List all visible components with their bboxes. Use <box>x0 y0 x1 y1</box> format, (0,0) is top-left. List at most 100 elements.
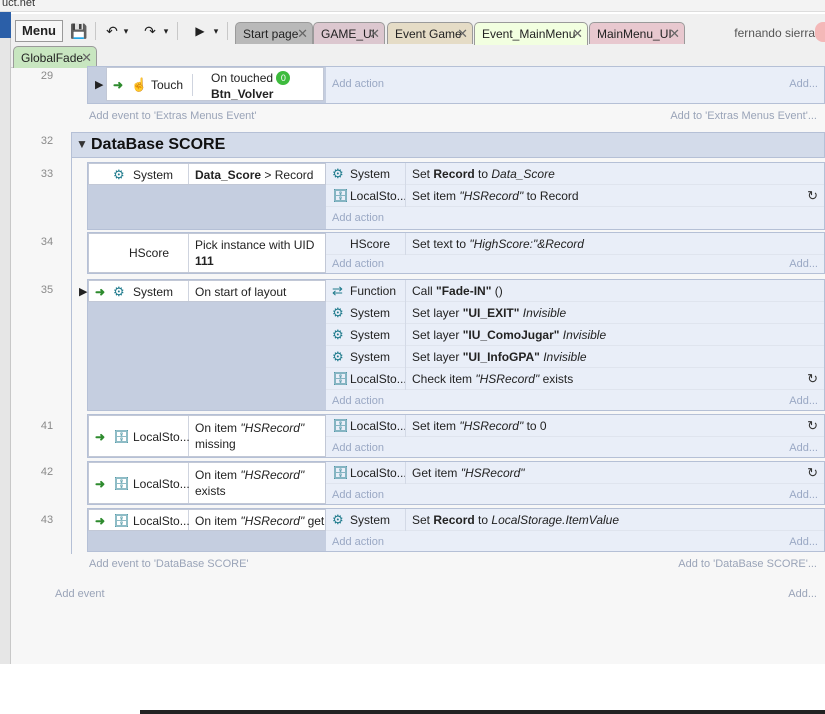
add-action[interactable]: Add action <box>332 207 384 229</box>
action-row[interactable]: 🗄 LocalSto... Check item "HSRecord" exist… <box>326 368 824 390</box>
undo-dropdown-icon[interactable]: ▾ <box>121 20 131 42</box>
tab-game-ui[interactable]: GAME_UI ✕ <box>313 22 385 44</box>
add-action[interactable]: Add action <box>332 73 384 95</box>
event-row[interactable]: ▶ ➜ ⚙ System On start of layout ⇄ Functio… <box>79 279 825 412</box>
add-event-extras[interactable]: Add event to 'Extras Menus Event' <box>89 110 256 122</box>
add-action[interactable]: Add action <box>332 531 384 553</box>
add-action[interactable]: Add action <box>332 253 384 275</box>
add-to-db[interactable]: Add to 'DataBase SCORE'... <box>678 558 817 570</box>
condition-system[interactable]: ⚙ System Data_Score > Record <box>88 163 326 185</box>
action-text-italic: "HighScore:"&Record <box>469 237 584 251</box>
close-icon[interactable]: ✕ <box>457 23 468 45</box>
tab-start-page[interactable]: Start page ✕ <box>235 22 313 44</box>
add-action[interactable]: Add action <box>332 390 384 412</box>
close-icon[interactable]: ✕ <box>369 23 380 45</box>
condition-text: Pick instance with UID 111 <box>195 237 321 269</box>
add-more[interactable]: Add... <box>789 437 818 459</box>
play-dropdown-icon[interactable]: ▾ <box>211 20 221 42</box>
action-text-part: Set layer <box>412 350 463 364</box>
add-action[interactable]: Add action <box>332 437 384 459</box>
condition-text: On touched 0 Btn_Volver <box>211 70 319 102</box>
user-name[interactable]: fernando sierra <box>734 22 815 44</box>
expand-arrow-icon[interactable]: ▶ <box>95 74 103 96</box>
condition-localstorage-exists[interactable]: ➜ 🗄 LocalSto... On item "HSRecord" exists <box>88 462 326 504</box>
action-row[interactable]: ⚙ System Set layer "UI_InfoGPA" Invisible <box>326 346 824 368</box>
add-event[interactable]: Add event <box>55 588 105 600</box>
close-icon[interactable]: ✕ <box>669 23 680 45</box>
tab-label: GAME_UI <box>321 27 376 41</box>
event-row[interactable]: ➜ 🗄 LocalSto... On item "HSRecord" exists… <box>87 461 825 505</box>
breakpoint-badge: 0 <box>276 71 291 85</box>
condition-text-part: On item <box>195 514 241 528</box>
condition-object: System <box>133 285 174 299</box>
action-row[interactable]: ⚙ System Set Record to Data_Score <box>326 163 824 185</box>
add-more[interactable]: Add... <box>788 588 817 600</box>
action-row[interactable]: 🗄 LocalSto... Set item "HSRecord" to Reco… <box>326 185 824 207</box>
event-row[interactable]: ▶ ➜ ☝ Touch On touched 0 Btn_Volver Add … <box>87 66 825 104</box>
action-row[interactable]: ⚙ System Set layer "IU_ComoJugar" Invisib… <box>326 324 824 346</box>
condition-hscore[interactable]: HScore Pick instance with UID 111 <box>88 233 326 273</box>
redo-dropdown-icon[interactable]: ▾ <box>161 20 171 42</box>
gear-icon: ⚙ <box>113 284 125 299</box>
menu-button[interactable]: Menu <box>15 20 63 42</box>
undo-icon[interactable]: ↶ <box>103 20 121 42</box>
action-object: System <box>350 350 391 364</box>
action-object: System <box>350 306 391 320</box>
action-row[interactable]: ⚙ System Set layer "UI_EXIT" Invisible <box>326 302 824 324</box>
tab-mainmenu-ui[interactable]: MainMenu_UI ✕ <box>589 22 685 44</box>
line-number: 42 <box>40 466 54 478</box>
action-object: Function <box>350 284 397 298</box>
tab-globalfade[interactable]: GlobalFade ✕ <box>13 46 97 68</box>
tab-label: MainMenu_UI <box>597 27 672 41</box>
add-to-extras[interactable]: Add to 'Extras Menus Event'... <box>670 110 817 122</box>
play-icon[interactable]: ▶ <box>193 20 207 42</box>
event-row[interactable]: HScore Pick instance with UID 111 HScore … <box>87 232 825 274</box>
condition-localstorage-missing[interactable]: ➜ 🗄 LocalSto... On item "HSRecord" missin… <box>88 415 326 457</box>
condition-line2: exists <box>195 484 226 498</box>
add-event-db[interactable]: Add event to 'DataBase SCORE' <box>89 558 249 570</box>
add-more[interactable]: Add... <box>789 390 818 412</box>
add-action[interactable]: Add action <box>332 484 384 506</box>
collapse-triangle-icon[interactable]: ▼ <box>76 137 88 151</box>
expand-arrow-icon[interactable]: ▶ <box>79 281 87 303</box>
condition-text-italic: "HSRecord" <box>240 468 305 482</box>
condition-text-rest: > Record <box>261 168 314 182</box>
action-text-part: to <box>474 513 492 527</box>
condition-touch[interactable]: ▶ ➜ ☝ Touch On touched 0 Btn_Volver <box>95 67 324 102</box>
hand-icon: ☝ <box>131 77 148 92</box>
action-row[interactable]: 🗄 LocalSto... Set item "HSRecord" to 0 ↻ <box>326 415 824 437</box>
event-row[interactable]: ⚙ System Data_Score > Record ⚙ System Set… <box>87 162 825 230</box>
action-row[interactable]: HScore Set text to "HighScore:"&Record <box>326 233 824 255</box>
action-row[interactable]: 🗄 LocalSto... Get item "HSRecord" ↻ <box>326 462 824 484</box>
save-icon[interactable]: 💾 <box>69 20 89 42</box>
action-row[interactable]: ⇄ Function Call "Fade-IN" () <box>326 280 824 302</box>
tab-event-mainmenu[interactable]: Event_MainMenu ✕ <box>474 22 588 45</box>
storage-icon: 🗄 <box>332 371 349 386</box>
add-more[interactable]: Add... <box>789 73 818 95</box>
close-icon[interactable]: ✕ <box>297 23 308 45</box>
toolbar-separator <box>177 22 178 40</box>
avatar[interactable] <box>815 22 825 42</box>
action-text-part: exists <box>539 372 574 386</box>
action-text: Set layer "UI_InfoGPA" Invisible <box>412 346 800 368</box>
condition-localstorage-get[interactable]: ➜ 🗄 LocalSto... On item "HSRecord" get <box>88 509 326 531</box>
line-number: 29 <box>40 70 54 82</box>
condition-text-part: On item <box>195 421 241 435</box>
close-icon[interactable]: ✕ <box>572 23 583 45</box>
condition-start-of-layout[interactable]: ▶ ➜ ⚙ System On start of layout <box>79 280 326 302</box>
bottom-bar <box>140 710 825 714</box>
add-more[interactable]: Add... <box>789 531 818 553</box>
tab-event-game[interactable]: Event Game ✕ <box>387 22 473 44</box>
function-icon: ⇄ <box>332 283 343 298</box>
group-header[interactable]: ▼ DataBase SCORE <box>71 132 825 158</box>
condition-line2: missing <box>195 437 236 451</box>
redo-icon[interactable]: ↷ <box>141 20 159 42</box>
condition-line2: Btn_Volver <box>211 87 274 101</box>
add-more[interactable]: Add... <box>789 484 818 506</box>
left-panel-strip <box>0 12 11 664</box>
event-row[interactable]: ➜ 🗄 LocalSto... On item "HSRecord" missin… <box>87 414 825 458</box>
event-row[interactable]: ➜ 🗄 LocalSto... On item "HSRecord" get ⚙… <box>87 508 825 552</box>
action-text-part: Get item <box>412 466 461 480</box>
add-more[interactable]: Add... <box>789 253 818 275</box>
action-row[interactable]: ⚙ System Set Record to LocalStorage.ItemV… <box>326 509 824 531</box>
